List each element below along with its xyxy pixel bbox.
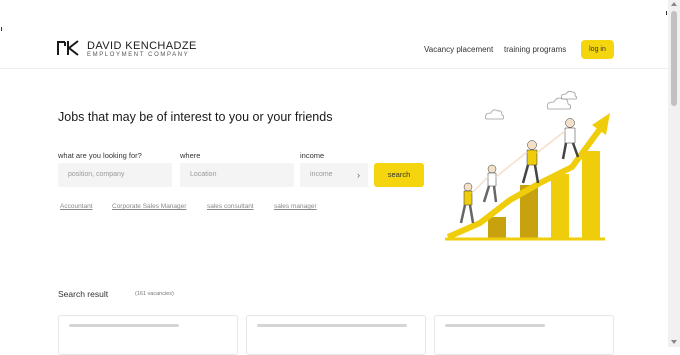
income-select-value: income [310, 171, 333, 178]
page-title: Jobs that may be of interest to you or y… [58, 110, 333, 124]
vacancy-card[interactable] [58, 315, 238, 355]
chart-bar [488, 217, 506, 239]
what-label: what are you looking for? [58, 151, 142, 160]
vertical-scrollbar[interactable] [668, 0, 680, 347]
card-title-placeholder [445, 324, 545, 327]
logo-mark-icon [57, 40, 79, 56]
tag-sales-manager[interactable]: sales manager [274, 203, 317, 210]
site-header: DAVID KENCHADZE EMPLOYMENT COMPANY Vacan… [0, 0, 668, 69]
search-input[interactable]: position, company [58, 163, 172, 187]
results-title: Search result [58, 289, 109, 299]
cloud-icon [546, 97, 572, 110]
cloud-icon [485, 109, 505, 120]
nav-training-programs[interactable]: training programs [504, 45, 566, 54]
location-input[interactable]: Location [180, 163, 294, 187]
nav-vacancy-placement[interactable]: Vacancy placement [424, 45, 493, 54]
scroll-down-icon[interactable] [671, 340, 677, 344]
search-button[interactable]: search [374, 163, 424, 187]
card-title-placeholder [257, 324, 407, 327]
vacancy-card[interactable] [434, 315, 614, 355]
card-title-placeholder [69, 324, 179, 327]
cloud-icon [561, 90, 578, 100]
results-count: (161 vacancies) [135, 291, 174, 297]
login-button[interactable]: log in [581, 40, 614, 59]
scroll-up-icon[interactable] [671, 2, 677, 6]
income-select[interactable]: income › [300, 163, 368, 187]
tag-sales-consultant[interactable]: sales consultant [207, 203, 254, 210]
career-growth-illustration [445, 90, 610, 241]
chart-bar [551, 174, 569, 239]
chart-bar [582, 151, 600, 239]
scroll-thumb[interactable] [671, 11, 677, 106]
brand-subtitle: EMPLOYMENT COMPANY [87, 52, 190, 58]
tag-accountant[interactable]: Accountant [60, 203, 93, 210]
vacancy-card[interactable] [246, 315, 426, 355]
tag-corporate-sales-manager[interactable]: Corporate Sales Manager [112, 203, 186, 210]
chevron-right-icon: › [357, 170, 360, 180]
where-label: where [180, 151, 201, 160]
income-label: income [300, 151, 325, 160]
